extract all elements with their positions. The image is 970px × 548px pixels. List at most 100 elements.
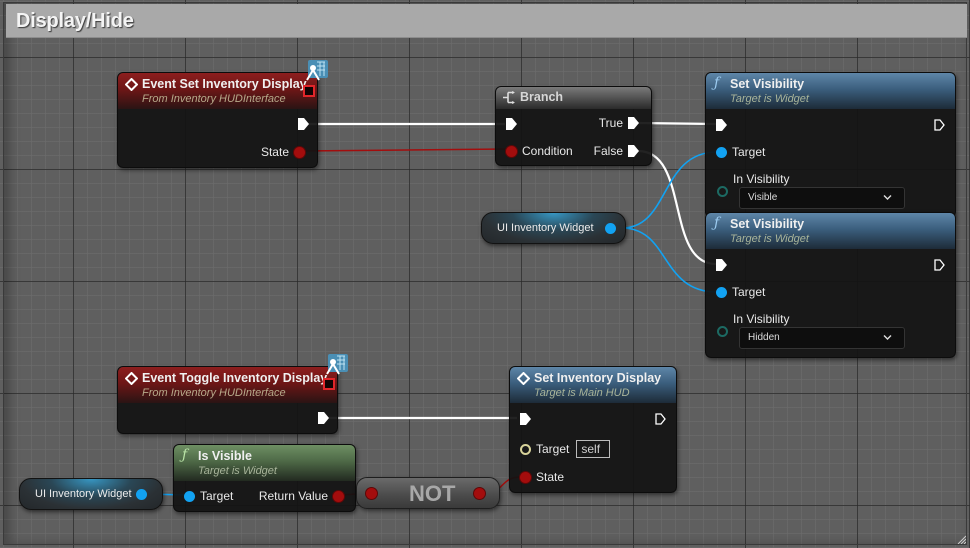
target-input-pin[interactable]: Target [716, 145, 765, 159]
node-title: Event Set Inventory Display [142, 77, 307, 91]
node-subtitle: From Inventory HUDInterface [142, 93, 286, 105]
exec-pin-icon[interactable] [628, 117, 639, 129]
bool-pin-dot[interactable] [294, 146, 305, 158]
dropdown-value: Visible [748, 192, 778, 203]
bool-output-pin[interactable] [474, 488, 485, 499]
node-header: ƒ Is Visible Target is Widget [174, 445, 355, 481]
branch-node[interactable]: Branch True Condition False [495, 86, 652, 166]
object-pin-dot[interactable] [184, 490, 195, 502]
pin-label: Condition [522, 144, 573, 158]
ui-inventory-widget-variable-node[interactable]: UI Inventory Widget [481, 212, 626, 244]
function-icon: ƒ [714, 215, 720, 231]
node-title: Set Visibility [730, 77, 805, 91]
exec-output-pin[interactable] [934, 119, 945, 131]
interface-message-icon [326, 354, 348, 375]
object-pin-dot[interactable] [716, 146, 727, 158]
exec-output-pin[interactable] [655, 413, 666, 425]
in-visibility-dropdown[interactable]: Hidden [739, 327, 905, 349]
state-output-pin[interactable]: State [261, 145, 305, 159]
pin-label: True [598, 116, 623, 130]
node-title: Set Visibility [730, 217, 805, 231]
object-pin-dot[interactable] [605, 223, 616, 234]
bool-pin-dot[interactable] [333, 490, 344, 502]
function-icon: ƒ [182, 447, 188, 463]
comment-title[interactable]: Display/Hide [16, 10, 134, 33]
exec-input-pin[interactable] [716, 259, 727, 271]
exec-output-pin[interactable] [298, 118, 309, 130]
object-pin-dot[interactable] [136, 489, 147, 500]
event-set-inventory-display-node[interactable]: Event Set Inventory Display From Invento… [117, 72, 318, 168]
delegate-pin[interactable] [303, 85, 315, 97]
node-subtitle: Target is Widget [730, 93, 809, 105]
delegate-pin[interactable] [323, 378, 335, 390]
ui-inventory-widget-variable-node[interactable]: UI Inventory Widget [19, 478, 163, 510]
node-header: Event Toggle Inventory Display From Inve… [118, 367, 337, 403]
return-value-output-pin[interactable]: Return Value [259, 489, 344, 503]
false-exec-output-pin[interactable]: False [594, 144, 639, 158]
state-input-pin[interactable]: State [520, 470, 564, 484]
set-visibility-node[interactable]: ƒ Set Visibility Target is Widget Target… [705, 72, 956, 218]
target-input-pin[interactable]: Target [184, 489, 233, 503]
node-header: Branch [496, 87, 651, 109]
event-diamond-icon [517, 372, 530, 385]
pin-label: Target [536, 442, 570, 456]
pin-label: False [593, 144, 623, 158]
exec-input-pin[interactable] [520, 413, 531, 425]
pin-label: Target [200, 489, 234, 503]
target-self-field[interactable]: self [576, 440, 611, 458]
condition-input-pin[interactable]: Condition [506, 144, 573, 158]
node-title: Event Toggle Inventory Display [142, 371, 328, 385]
function-icon: ƒ [714, 75, 720, 91]
comment-header[interactable]: Display/Hide [6, 4, 967, 38]
pin-label: Target [732, 145, 766, 159]
enum-pin-dot[interactable] [717, 326, 728, 337]
node-subtitle: From Inventory HUDInterface [142, 387, 286, 399]
resize-grip-icon[interactable] [956, 534, 966, 544]
enum-pin-dot[interactable] [717, 186, 728, 197]
dropdown-value: Hidden [748, 332, 780, 343]
bool-input-pin[interactable] [366, 488, 377, 499]
target-input-pin[interactable]: Target [716, 285, 765, 299]
is-visible-node[interactable]: ƒ Is Visible Target is Widget Target Ret… [173, 444, 356, 512]
node-subtitle: Target is Widget [730, 233, 809, 245]
node-subtitle: Target is Widget [198, 465, 277, 477]
not-label: NOT [409, 481, 456, 506]
in-visibility-label: In Visibility [733, 172, 789, 186]
exec-output-pin[interactable] [318, 412, 329, 424]
branch-icon [503, 91, 515, 104]
true-exec-output-pin[interactable]: True [599, 116, 639, 130]
event-diamond-icon [125, 372, 138, 385]
exec-pin-icon[interactable] [628, 145, 639, 157]
not-boolean-node[interactable]: NOT [356, 477, 500, 509]
node-header: ƒ Set Visibility Target is Widget [706, 73, 955, 109]
set-visibility-node[interactable]: ƒ Set Visibility Target is Widget Target… [705, 212, 956, 358]
bool-pin-dot[interactable] [506, 145, 517, 157]
chevron-down-icon [883, 335, 892, 340]
target-input-pin[interactable]: Target self [520, 440, 611, 458]
pin-label: State [260, 145, 289, 159]
pin-label: State [536, 470, 565, 484]
pin-label: In Visibility [733, 312, 790, 326]
node-header: Set Inventory Display Target is Main HUD [510, 367, 676, 403]
node-subtitle: Target is Main HUD [534, 387, 630, 399]
self-pin-dot[interactable] [520, 443, 531, 455]
exec-input-pin[interactable] [506, 118, 517, 130]
node-title: Set Inventory Display [534, 371, 662, 385]
exec-output-pin[interactable] [934, 259, 945, 271]
in-visibility-dropdown[interactable]: Visible [739, 187, 905, 209]
pin-label: In Visibility [733, 172, 790, 186]
pin-label: Target [732, 285, 766, 299]
event-diamond-icon [125, 78, 138, 91]
variable-label: UI Inventory Widget [35, 488, 132, 500]
chevron-down-icon [883, 195, 892, 200]
node-header: Event Set Inventory Display From Invento… [118, 73, 317, 109]
object-pin-dot[interactable] [716, 286, 727, 298]
node-title: Is Visible [198, 449, 252, 463]
node-header: ƒ Set Visibility Target is Widget [706, 213, 955, 249]
event-toggle-inventory-display-node[interactable]: Event Toggle Inventory Display From Inve… [117, 366, 338, 434]
node-title: Branch [520, 90, 564, 104]
set-inventory-display-node[interactable]: Set Inventory Display Target is Main HUD… [509, 366, 677, 493]
bool-pin-dot[interactable] [520, 471, 531, 483]
exec-input-pin[interactable] [716, 119, 727, 131]
interface-message-icon [306, 60, 328, 81]
